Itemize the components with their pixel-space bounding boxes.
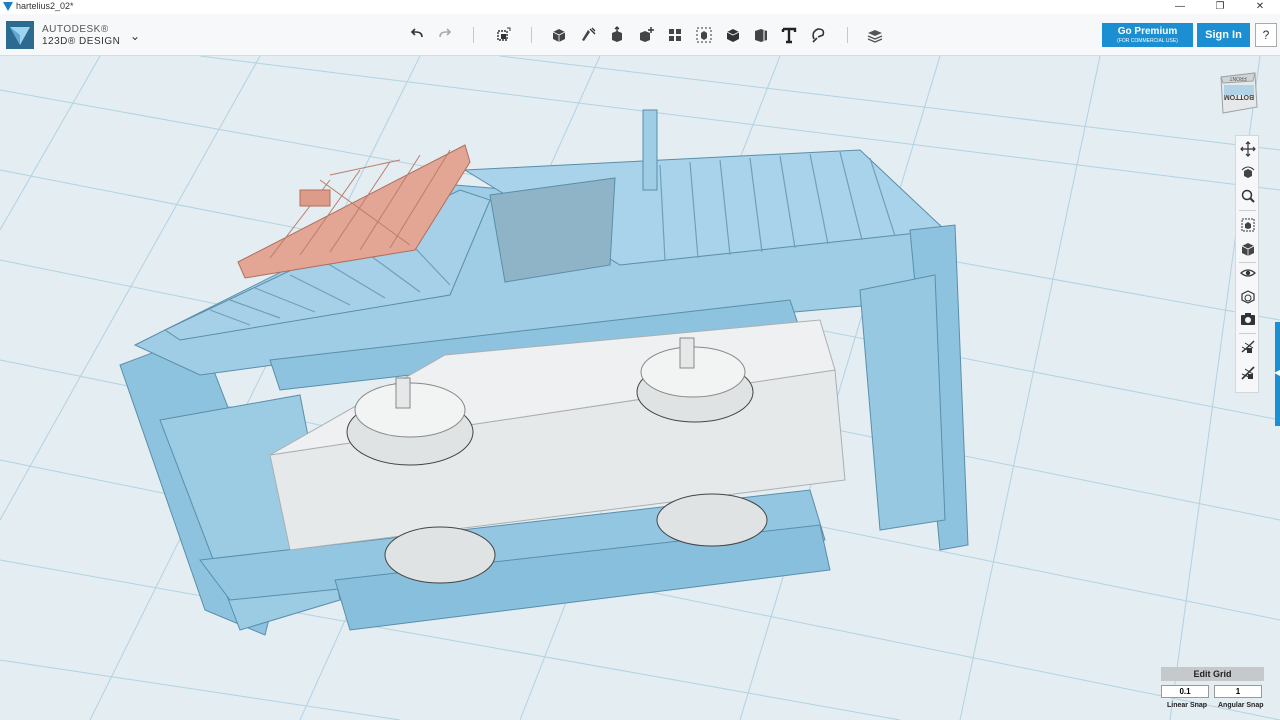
grid-snap-icon[interactable] (1239, 338, 1257, 356)
linear-snap-label: Linear Snap (1167, 702, 1208, 709)
pan-icon[interactable] (1239, 140, 1257, 158)
app-logo[interactable] (6, 21, 34, 49)
orbit-icon[interactable] (1239, 164, 1257, 182)
go-premium-label: Go Premium (1117, 26, 1178, 37)
toolbar-separator (847, 27, 848, 43)
visibility-icon[interactable] (1239, 264, 1257, 282)
3d-viewport[interactable] (0, 56, 1280, 720)
zoom-icon[interactable] (1239, 187, 1257, 205)
view-cube[interactable]: FRONT BOTTOM (1217, 71, 1259, 117)
modify-icon[interactable] (636, 25, 656, 45)
nav-separator (1239, 262, 1256, 263)
main-menu-chevron-icon[interactable]: ⌄ (130, 29, 140, 43)
main-toolbar: AUTODESK® 123D® DESIGN ⌄ Go Premium (FOR… (0, 14, 1280, 56)
viewcube-top-label: FRONT (1229, 75, 1246, 81)
train-chassis-model[interactable] (119, 109, 969, 636)
maximize-button[interactable]: ❐ (1200, 0, 1240, 14)
linear-snap-input[interactable]: 0.1 (1161, 685, 1209, 698)
angular-snap-label: Angular Snap (1218, 702, 1264, 709)
window-title: hartelius2_02* (16, 1, 74, 11)
sign-in-button[interactable]: Sign In (1197, 23, 1250, 47)
hide-icon[interactable] (1239, 364, 1257, 382)
edit-grid-button[interactable]: Edit Grid (1161, 667, 1264, 681)
text-icon[interactable] (779, 25, 799, 45)
view-icon[interactable] (1239, 240, 1257, 258)
pattern-icon[interactable] (665, 25, 685, 45)
camera-icon[interactable] (1239, 310, 1257, 328)
sketch-icon[interactable] (578, 25, 598, 45)
toolbar-separator (531, 27, 532, 43)
snap-icon[interactable] (808, 25, 828, 45)
materials-outlines-icon[interactable] (1239, 287, 1257, 305)
go-premium-button[interactable]: Go Premium (FOR COMMERCIAL USE) (1102, 23, 1193, 47)
material-icon[interactable] (865, 25, 885, 45)
app-icon (3, 2, 13, 11)
angular-snap-input[interactable]: 1 (1214, 685, 1262, 698)
title-bar: hartelius2_02* — ❐ ✕ (0, 0, 1280, 14)
side-panel-arrow-icon[interactable]: ◀ (1274, 368, 1280, 377)
redo-icon[interactable] (435, 25, 455, 45)
model-canvas[interactable] (0, 56, 1280, 720)
group-icon[interactable] (694, 25, 714, 45)
fit-icon[interactable] (1239, 216, 1257, 234)
viewcube-face-label: BOTTOM (1224, 93, 1254, 100)
help-button[interactable]: ? (1255, 23, 1277, 47)
transform-icon[interactable] (493, 25, 513, 45)
wheel-rear-right (656, 493, 768, 547)
wheel-rear-left (384, 526, 496, 584)
combine-icon[interactable] (723, 25, 743, 45)
minimize-button[interactable]: — (1160, 0, 1200, 14)
navigation-panel (1235, 135, 1259, 393)
toolbar-separator (473, 27, 474, 43)
construct-icon[interactable] (607, 25, 627, 45)
close-button[interactable]: ✕ (1240, 0, 1280, 14)
nav-separator (1239, 210, 1256, 211)
brand-product: 123D® DESIGN (42, 36, 121, 47)
go-premium-sublabel: (FOR COMMERCIAL USE) (1117, 38, 1178, 44)
primitives-icon[interactable] (549, 25, 569, 45)
nav-separator (1239, 333, 1256, 334)
measure-icon[interactable] (751, 25, 771, 45)
brand-autodesk: AUTODESK® (42, 24, 109, 35)
undo-icon[interactable] (407, 25, 427, 45)
